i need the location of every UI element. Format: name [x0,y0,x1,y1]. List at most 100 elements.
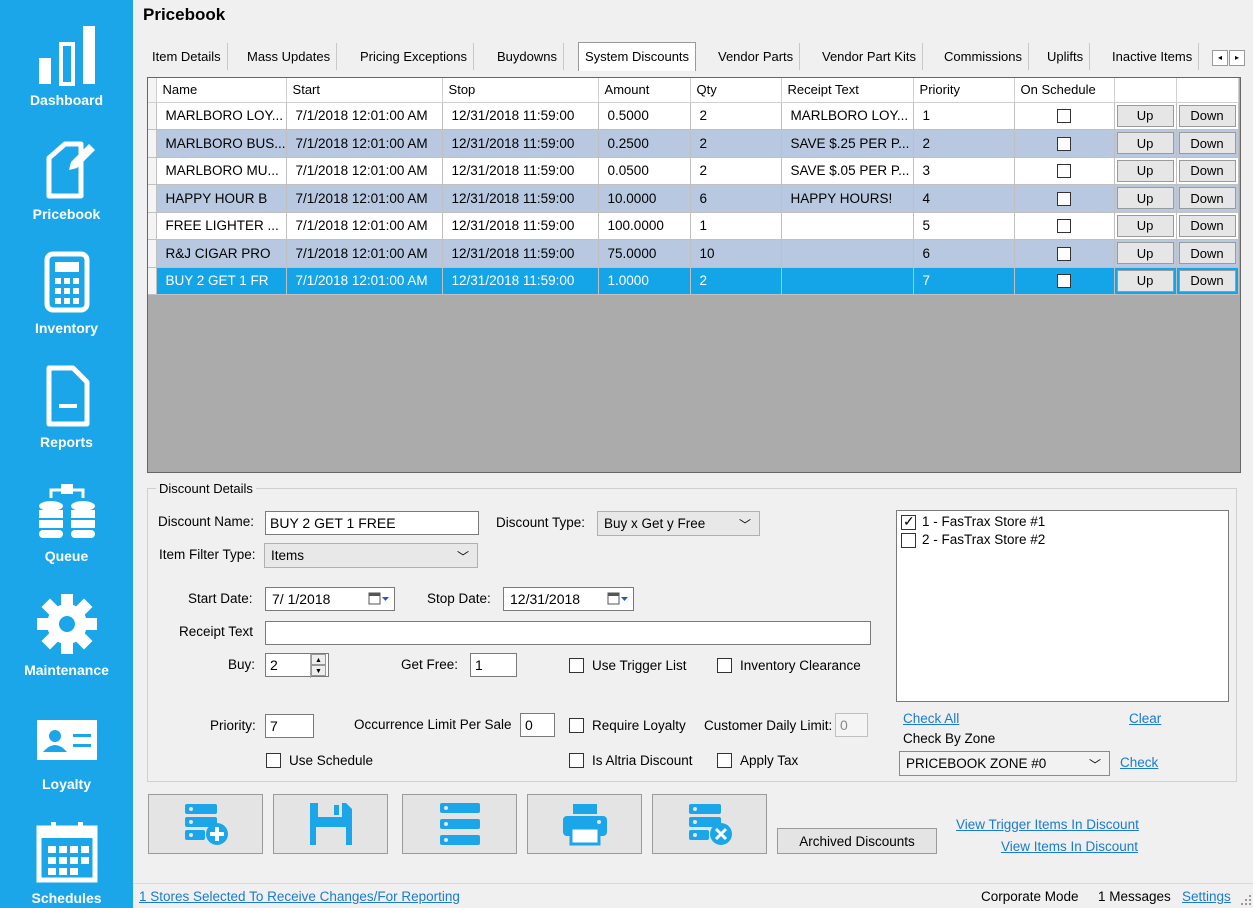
table-row[interactable]: FREE LIGHTER ... 7/1/2018 12:01:00 AM 12… [148,212,1239,240]
start-date-picker[interactable]: 7/ 1/2018 [265,587,395,611]
on-schedule-checkbox[interactable] [1057,136,1072,151]
customer-daily-limit-input[interactable] [835,713,868,737]
stepper-down-icon[interactable]: ▼ [311,665,326,676]
view-items-link[interactable]: View Items In Discount [1001,839,1138,854]
cell-amount[interactable]: 0.5000 [598,102,691,130]
cell-start[interactable]: 7/1/2018 12:01:00 AM [286,157,443,185]
cell-amount[interactable]: 1.0000 [598,267,691,295]
table-row[interactable]: MARLBORO LOY... 7/1/2018 12:01:00 AM 12/… [148,102,1239,130]
down-button[interactable]: Down [1178,242,1236,265]
cell-qty[interactable]: 6 [690,184,782,213]
table-row[interactable]: HAPPY HOUR B 7/1/2018 12:01:00 AM 12/31/… [148,184,1239,213]
tab-item-details[interactable]: Item Details [146,43,228,70]
tab-uplifts[interactable]: Uplifts [1041,43,1091,70]
cell-priority[interactable]: 2 [913,129,1015,158]
col-header-priority[interactable]: Priority [913,78,1015,103]
on-schedule-checkbox[interactable] [1057,164,1072,179]
on-schedule-checkbox[interactable] [1057,191,1072,206]
cell-name[interactable]: MARLBORO BUS... [156,129,287,158]
discount-type-select[interactable]: Buy x Get y Free ﹀ [597,511,760,536]
messages-status[interactable]: 1 Messages [1098,889,1171,904]
use-schedule-checkbox[interactable] [266,753,281,768]
on-schedule-checkbox[interactable] [1057,274,1072,289]
cell-receipt-text[interactable] [781,267,914,295]
nav-reports[interactable]: Reports [0,356,133,470]
nav-maintenance[interactable]: Maintenance [0,584,133,698]
tab-buydowns[interactable]: Buydowns [491,43,564,70]
cell-receipt-text[interactable]: SAVE $.25 PER P... [781,129,914,158]
tab-mass-updates[interactable]: Mass Updates [241,43,338,70]
up-button[interactable]: Up [1116,159,1174,182]
cell-amount[interactable]: 10.0000 [598,184,691,213]
store-1-checkbox[interactable] [901,513,916,530]
tab-vendor-parts[interactable]: Vendor Parts [712,43,801,70]
view-trigger-items-link[interactable]: View Trigger Items In Discount [956,817,1139,832]
cell-amount[interactable]: 0.2500 [598,129,691,158]
down-button[interactable]: Down [1178,187,1236,210]
cell-amount[interactable]: 0.0500 [598,157,691,185]
on-schedule-checkbox[interactable] [1057,219,1072,234]
get-free-input[interactable] [470,653,517,677]
cell-name[interactable]: HAPPY HOUR B [156,184,287,213]
cell-stop[interactable]: 12/31/2018 11:59:00 [442,184,599,213]
item-filter-type-select[interactable]: Items ﹀ [264,543,478,568]
cell-qty[interactable]: 1 [690,212,782,240]
cell-priority[interactable]: 5 [913,212,1015,240]
cell-name[interactable]: R&J CIGAR PRO [156,239,287,268]
priority-input[interactable] [265,714,314,738]
tab-system-discounts[interactable]: System Discounts [578,42,697,71]
row-header[interactable] [148,102,157,130]
cell-priority[interactable]: 7 [913,267,1015,295]
tab-scroll-left-button[interactable]: ◂ [1212,50,1228,66]
cell-start[interactable]: 7/1/2018 12:01:00 AM [286,102,443,130]
store-checklist[interactable]: 1 - FasTrax Store #1 2 - FasTrax Store #… [896,510,1229,702]
cell-start[interactable]: 7/1/2018 12:01:00 AM [286,129,443,158]
cell-name[interactable]: MARLBORO LOY... [156,102,287,130]
zone-select[interactable]: PRICEBOOK ZONE #0 ﹀ [899,751,1110,776]
col-header-on-schedule[interactable]: On Schedule [1014,78,1115,103]
delete-discount-button[interactable] [652,794,767,854]
cell-name[interactable]: FREE LIGHTER ... [156,212,287,240]
use-trigger-list-checkbox[interactable] [569,658,584,673]
cell-qty[interactable]: 2 [690,267,782,295]
cell-start[interactable]: 7/1/2018 12:01:00 AM [286,239,443,268]
calendar-dropdown-icon[interactable] [607,592,629,606]
save-button[interactable] [273,794,388,854]
occurrence-limit-input[interactable] [520,713,555,737]
cell-amount[interactable]: 75.0000 [598,239,691,268]
tab-inactive-items[interactable]: Inactive Items [1106,43,1200,70]
cell-name[interactable]: BUY 2 GET 1 FR [156,267,287,295]
inventory-clearance-checkbox[interactable] [717,658,732,673]
down-button[interactable]: Down [1178,132,1236,155]
cell-amount[interactable]: 100.0000 [598,212,691,240]
apply-tax-checkbox[interactable] [717,753,732,768]
nav-inventory[interactable]: Inventory [0,242,133,356]
cell-receipt-text[interactable] [781,212,914,240]
cell-stop[interactable]: 12/31/2018 11:59:00 [442,239,599,268]
col-header-stop[interactable]: Stop [442,78,599,103]
discount-name-input[interactable] [265,511,479,535]
cell-qty[interactable]: 2 [690,129,782,158]
cell-priority[interactable]: 3 [913,157,1015,185]
table-row[interactable]: R&J CIGAR PRO 7/1/2018 12:01:00 AM 12/31… [148,239,1239,268]
altria-discount-checkbox[interactable] [569,753,584,768]
col-header-qty[interactable]: Qty [690,78,782,103]
cell-receipt-text[interactable]: MARLBORO LOY... [781,102,914,130]
cell-stop[interactable]: 12/31/2018 11:59:00 [442,129,599,158]
down-button[interactable]: Down [1178,214,1236,237]
row-header[interactable] [148,239,157,268]
tab-vendor-part-kits[interactable]: Vendor Part Kits [816,43,923,70]
col-header-start[interactable]: Start [286,78,443,103]
buy-quantity-stepper[interactable]: ▲ ▼ [310,654,326,678]
up-button[interactable]: Up [1116,104,1174,127]
table-row-selected[interactable]: BUY 2 GET 1 FR 7/1/2018 12:01:00 AM 12/3… [148,267,1239,295]
cell-stop[interactable]: 12/31/2018 11:59:00 [442,267,599,295]
cell-receipt-text[interactable]: HAPPY HOURS! [781,184,914,213]
col-header-receipt-text[interactable]: Receipt Text [781,78,914,103]
up-button[interactable]: Up [1116,269,1174,292]
row-header[interactable] [148,184,157,213]
on-schedule-checkbox[interactable] [1057,109,1072,124]
check-zone-link[interactable]: Check [1120,755,1158,770]
tab-commissions[interactable]: Commissions [938,43,1030,70]
tab-scroll-right-button[interactable]: ▸ [1229,50,1245,66]
